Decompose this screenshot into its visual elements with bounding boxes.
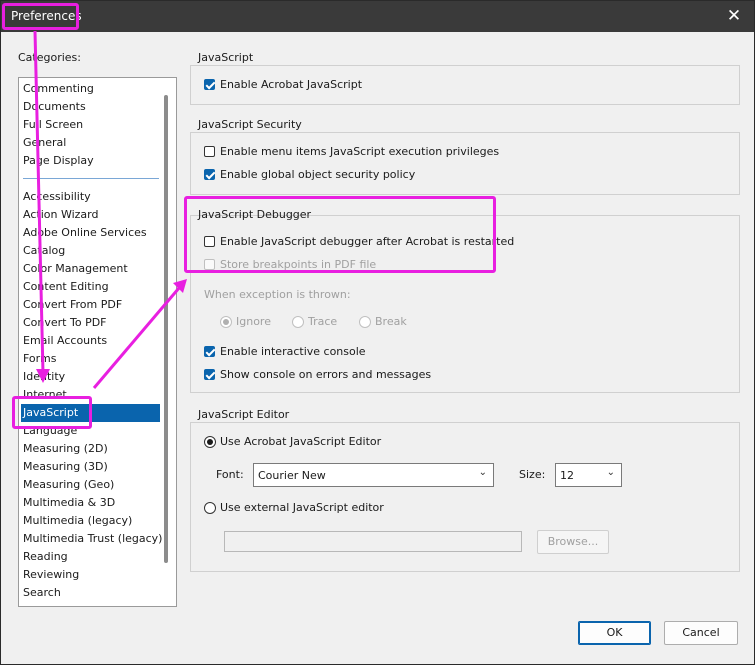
preferences-dialog: Preferences ✕ Categories: Commenting Docu… (0, 0, 755, 665)
arrowhead-down-icon (36, 369, 50, 383)
arrow-title-to-javascript (33, 30, 45, 374)
annotation-arrows (33, 30, 187, 389)
arrow-javascript-to-debugger (92, 287, 181, 389)
